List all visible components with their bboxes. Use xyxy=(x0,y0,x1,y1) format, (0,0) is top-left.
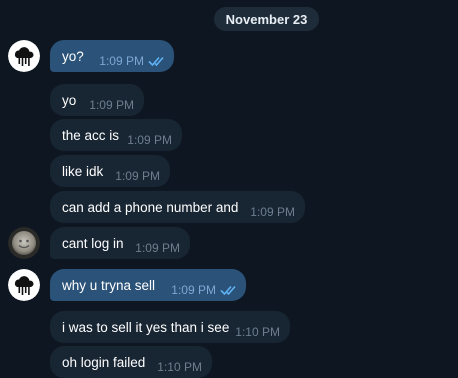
message-time: 1:10 PM xyxy=(235,325,280,339)
message-text: cant log in xyxy=(62,236,124,251)
message-time: 1:10 PM xyxy=(157,360,202,374)
date-label: November 23 xyxy=(225,11,308,27)
message-bubble-incoming[interactable]: i was to sell it yes than i see 1:10 PM xyxy=(50,311,290,343)
date-separator: November 23 xyxy=(214,7,319,31)
message-bubble-outgoing[interactable]: why u tryna sell 1:09 PM xyxy=(50,269,246,301)
message-bubble-incoming[interactable]: the acc is 1:09 PM xyxy=(50,119,182,151)
message-bubble-incoming[interactable]: oh login failed 1:10 PM xyxy=(50,346,212,378)
message-time: 1:09 PM xyxy=(89,98,134,112)
message-bubble-incoming[interactable]: like idk 1:09 PM xyxy=(50,155,170,187)
cloud-logo-icon[interactable] xyxy=(8,269,40,301)
message-bubble-outgoing[interactable]: yo? 1:09 PM xyxy=(50,40,174,72)
message-time: 1:09 PM xyxy=(115,169,160,183)
message-text: can add a phone number and xyxy=(62,200,239,215)
cloud-logo-icon[interactable] xyxy=(8,40,40,72)
message-bubble-incoming[interactable]: yo 1:09 PM xyxy=(50,84,144,116)
message-text: why u tryna sell xyxy=(62,278,156,293)
message-time: 1:09 PM xyxy=(135,241,180,255)
message-text: yo? xyxy=(62,49,84,64)
read-double-check-icon xyxy=(148,56,164,67)
message-text: like idk xyxy=(62,164,104,179)
message-time: 1:09 PM xyxy=(99,54,144,68)
read-double-check-icon xyxy=(220,285,236,296)
message-text: the acc is xyxy=(62,128,120,143)
message-text: i was to sell it yes than i see xyxy=(62,320,230,335)
message-text: yo xyxy=(62,93,77,108)
message-bubble-incoming[interactable]: can add a phone number and 1:09 PM xyxy=(50,191,305,223)
message-time: 1:09 PM xyxy=(250,205,295,219)
message-time: 1:09 PM xyxy=(127,133,172,147)
message-time: 1:09 PM xyxy=(171,283,216,297)
message-text: oh login failed xyxy=(62,355,146,370)
message-bubble-incoming[interactable]: cant log in 1:09 PM xyxy=(50,227,190,259)
user-photo-avatar[interactable] xyxy=(8,227,40,259)
